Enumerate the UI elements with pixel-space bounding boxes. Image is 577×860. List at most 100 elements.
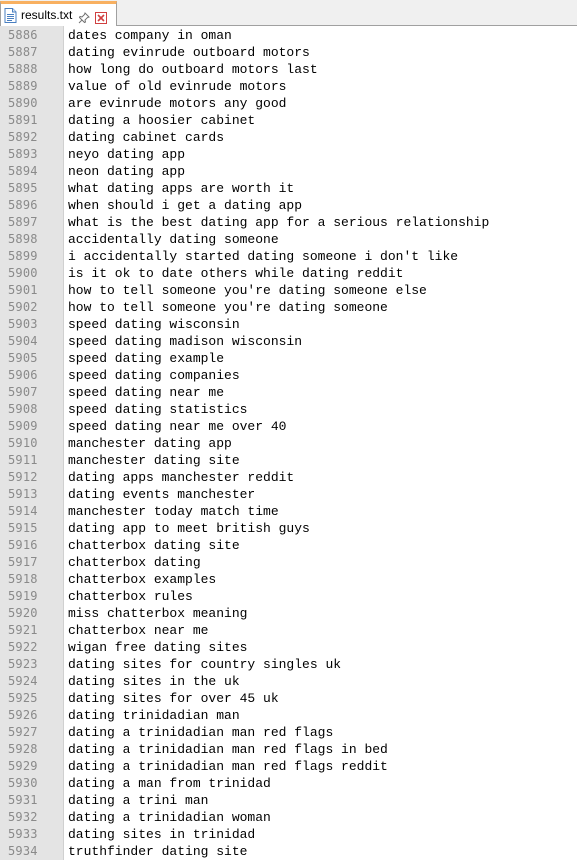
line-text: dating apps manchester reddit	[68, 470, 295, 485]
text-line[interactable]: 5894 neon dating app	[0, 163, 577, 180]
line-text: manchester dating app	[68, 436, 232, 451]
text-line[interactable]: 5928 dating a trinidadian man red flags i…	[0, 741, 577, 758]
text-line[interactable]: 5890 are evinrude motors any good	[0, 95, 577, 112]
text-line[interactable]: 5887 dating evinrude outboard motors	[0, 44, 577, 61]
text-line[interactable]: 5910 manchester dating app	[0, 435, 577, 452]
text-line[interactable]: 5898 accidentally dating someone	[0, 231, 577, 248]
line-text: manchester dating site	[68, 453, 240, 468]
text-line[interactable]: 5911 manchester dating site	[0, 452, 577, 469]
line-number: 5934	[8, 844, 38, 858]
line-number: 5889	[8, 79, 38, 93]
text-line[interactable]: 5914 manchester today match time	[0, 503, 577, 520]
text-line[interactable]: 5919 chatterbox rules	[0, 588, 577, 605]
line-text: dating cabinet cards	[68, 130, 225, 145]
text-line[interactable]: 5921 chatterbox near me	[0, 622, 577, 639]
line-number: 5900	[8, 266, 38, 280]
line-text: truthfinder dating site	[68, 844, 248, 859]
line-number: 5909	[8, 419, 38, 433]
text-line[interactable]: 5918 chatterbox examples	[0, 571, 577, 588]
text-editor[interactable]: 5886 dates company in oman 5887 dating evin…	[0, 26, 577, 860]
text-line[interactable]: 5904 speed dating madison wisconsin	[0, 333, 577, 350]
text-line[interactable]: 5925 dating sites for over 45 uk	[0, 690, 577, 707]
line-number: 5930	[8, 776, 38, 790]
line-text: how to tell someone you're dating someon…	[68, 300, 388, 315]
line-text: chatterbox dating	[68, 555, 201, 570]
text-line[interactable]: 5930 dating a man from trinidad	[0, 775, 577, 792]
line-number: 5920	[8, 606, 38, 620]
text-line[interactable]: 5923 dating sites for country singles uk	[0, 656, 577, 673]
line-text: dating a trinidadian man red flags in be…	[68, 742, 388, 757]
line-text: what dating apps are worth it	[68, 181, 295, 196]
tab-results-txt[interactable]: results.txt	[0, 1, 117, 26]
text-line[interactable]: 5927 dating a trinidadian man red flags	[0, 724, 577, 741]
line-number: 5922	[8, 640, 38, 654]
text-line[interactable]: 5917 chatterbox dating	[0, 554, 577, 571]
line-number: 5923	[8, 657, 38, 671]
text-line[interactable]: 5886 dates company in oman	[0, 27, 577, 44]
line-number: 5896	[8, 198, 38, 212]
line-text: dating events manchester	[68, 487, 256, 502]
text-line[interactable]: 5905 speed dating example	[0, 350, 577, 367]
line-text: dating a trinidadian man red flags	[68, 725, 334, 740]
line-number: 5902	[8, 300, 38, 314]
line-number: 5919	[8, 589, 38, 603]
text-line[interactable]: 5915 dating app to meet british guys	[0, 520, 577, 537]
text-line[interactable]: 5903 speed dating wisconsin	[0, 316, 577, 333]
text-line[interactable]: 5895 what dating apps are worth it	[0, 180, 577, 197]
line-number: 5931	[8, 793, 38, 807]
text-line[interactable]: 5916 chatterbox dating site	[0, 537, 577, 554]
line-number: 5908	[8, 402, 38, 416]
text-line[interactable]: 5913 dating events manchester	[0, 486, 577, 503]
line-number: 5891	[8, 113, 38, 127]
text-lines: 5886 dates company in oman 5887 dating evin…	[0, 26, 577, 860]
line-text: speed dating wisconsin	[68, 317, 240, 332]
text-line[interactable]: 5932 dating a trinidadian woman	[0, 809, 577, 826]
text-line[interactable]: 5931 dating a trini man	[0, 792, 577, 809]
text-line[interactable]: 5889 value of old evinrude motors	[0, 78, 577, 95]
line-text: dating sites for country singles uk	[68, 657, 342, 672]
text-line[interactable]: 5902 how to tell someone you're dating so…	[0, 299, 577, 316]
line-text: neyo dating app	[68, 147, 186, 162]
line-text: neon dating app	[68, 164, 186, 179]
text-line[interactable]: 5912 dating apps manchester reddit	[0, 469, 577, 486]
text-line[interactable]: 5893 neyo dating app	[0, 146, 577, 163]
close-icon[interactable]	[95, 9, 108, 24]
line-number: 5898	[8, 232, 38, 246]
text-line[interactable]: 5901 how to tell someone you're dating so…	[0, 282, 577, 299]
text-line[interactable]: 5922 wigan free dating sites	[0, 639, 577, 656]
text-line[interactable]: 5934 truthfinder dating site	[0, 843, 577, 860]
line-text: speed dating statistics	[68, 402, 248, 417]
text-line[interactable]: 5888 how long do outboard motors last	[0, 61, 577, 78]
text-line[interactable]: 5897 what is the best dating app for a se…	[0, 214, 577, 231]
line-text: accidentally dating someone	[68, 232, 279, 247]
line-number: 5916	[8, 538, 38, 552]
line-text: speed dating near me over 40	[68, 419, 287, 434]
text-line[interactable]: 5926 dating trinidadian man	[0, 707, 577, 724]
line-number: 5929	[8, 759, 38, 773]
text-line[interactable]: 5896 when should i get a dating app	[0, 197, 577, 214]
text-line[interactable]: 5907 speed dating near me	[0, 384, 577, 401]
pin-icon[interactable]	[78, 9, 91, 24]
line-number: 5914	[8, 504, 38, 518]
line-text: dating sites for over 45 uk	[68, 691, 279, 706]
text-line[interactable]: 5892 dating cabinet cards	[0, 129, 577, 146]
line-number: 5928	[8, 742, 38, 756]
text-line[interactable]: 5908 speed dating statistics	[0, 401, 577, 418]
line-text: is it ok to date others while dating red…	[68, 266, 404, 281]
line-text: speed dating near me	[68, 385, 225, 400]
text-line[interactable]: 5899 i accidentally started dating someon…	[0, 248, 577, 265]
line-number: 5932	[8, 810, 38, 824]
line-number: 5893	[8, 147, 38, 161]
line-number: 5907	[8, 385, 38, 399]
text-line[interactable]: 5909 speed dating near me over 40	[0, 418, 577, 435]
line-number: 5910	[8, 436, 38, 450]
text-line[interactable]: 5906 speed dating companies	[0, 367, 577, 384]
text-line[interactable]: 5900 is it ok to date others while dating…	[0, 265, 577, 282]
text-line[interactable]: 5924 dating sites in the uk	[0, 673, 577, 690]
text-line[interactable]: 5891 dating a hoosier cabinet	[0, 112, 577, 129]
text-line[interactable]: 5929 dating a trinidadian man red flags r…	[0, 758, 577, 775]
text-line[interactable]: 5920 miss chatterbox meaning	[0, 605, 577, 622]
line-text: dating a trinidadian woman	[68, 810, 271, 825]
line-number: 5897	[8, 215, 38, 229]
text-line[interactable]: 5933 dating sites in trinidad	[0, 826, 577, 843]
